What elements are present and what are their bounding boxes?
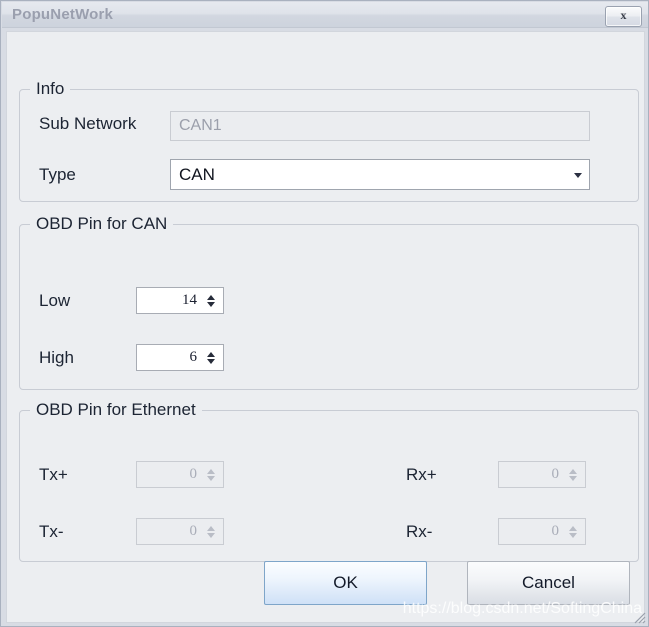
low-label: Low [39, 291, 71, 310]
spinner-up-icon [569, 525, 577, 531]
tx-minus-stepper[interactable]: 0 [136, 518, 224, 545]
spinner-down-icon [569, 475, 577, 481]
low-stepper-buttons [203, 288, 223, 313]
rx-plus-stepper-buttons [565, 462, 585, 487]
type-dropdown[interactable]: CAN [170, 159, 590, 190]
spinner-up-icon [207, 525, 215, 531]
high-stepper[interactable]: 6 [136, 344, 224, 371]
spinner-down-icon [207, 475, 215, 481]
spinner-down-icon[interactable] [207, 358, 215, 364]
window-title: PopuNetWork [12, 6, 114, 23]
high-stepper-value: 6 [189, 349, 198, 365]
rx-minus-stepper[interactable]: 0 [498, 518, 586, 545]
group-obd-pin-can: OBD Pin for CAN [19, 214, 639, 390]
dialog-content: Info Sub Network CAN1 Type CAN OBD Pin f… [6, 31, 645, 623]
ok-button[interactable]: OK [264, 561, 427, 605]
rx-minus-label: Rx- [406, 522, 433, 541]
spinner-up-icon [207, 468, 215, 474]
type-label: Type [39, 165, 76, 184]
group-info-title: Info [30, 79, 71, 99]
spinner-up-icon[interactable] [207, 294, 215, 300]
rx-plus-stepper-value: 0 [551, 466, 560, 482]
spinner-up-icon[interactable] [207, 351, 215, 357]
high-stepper-buttons [203, 345, 223, 370]
low-stepper[interactable]: 14 [136, 287, 224, 314]
tx-minus-stepper-buttons [203, 519, 223, 544]
rx-plus-stepper[interactable]: 0 [498, 461, 586, 488]
high-label: High [39, 348, 74, 367]
resize-grip[interactable] [632, 610, 646, 624]
spinner-down-icon[interactable] [207, 301, 215, 307]
tx-plus-stepper-buttons [203, 462, 223, 487]
rx-plus-label: Rx+ [406, 465, 437, 484]
close-button[interactable]: x [605, 6, 642, 27]
close-icon: x [620, 8, 627, 22]
title-bar: PopuNetWork x [2, 2, 648, 28]
spinner-up-icon [569, 468, 577, 474]
low-stepper-value: 14 [182, 292, 197, 308]
sub-network-field: CAN1 [170, 111, 590, 141]
spinner-down-icon [207, 532, 215, 538]
spinner-down-icon [569, 532, 577, 538]
cancel-button[interactable]: Cancel [467, 561, 630, 605]
group-obd-pin-can-title: OBD Pin for CAN [30, 214, 174, 234]
rx-minus-stepper-value: 0 [551, 523, 560, 539]
rx-minus-stepper-buttons [565, 519, 585, 544]
chevron-down-icon [567, 160, 589, 189]
type-dropdown-value: CAN [179, 164, 215, 184]
tx-plus-label: Tx+ [39, 465, 68, 484]
tx-plus-stepper[interactable]: 0 [136, 461, 224, 488]
tx-minus-stepper-value: 0 [189, 523, 198, 539]
tx-minus-label: Tx- [39, 522, 64, 541]
tx-plus-stepper-value: 0 [189, 466, 198, 482]
sub-network-label: Sub Network [39, 114, 137, 133]
group-obd-pin-ethernet-title: OBD Pin for Ethernet [30, 400, 202, 420]
popunetwork-dialog: PopuNetWork x Info Sub Network CAN1 Type… [0, 0, 649, 627]
